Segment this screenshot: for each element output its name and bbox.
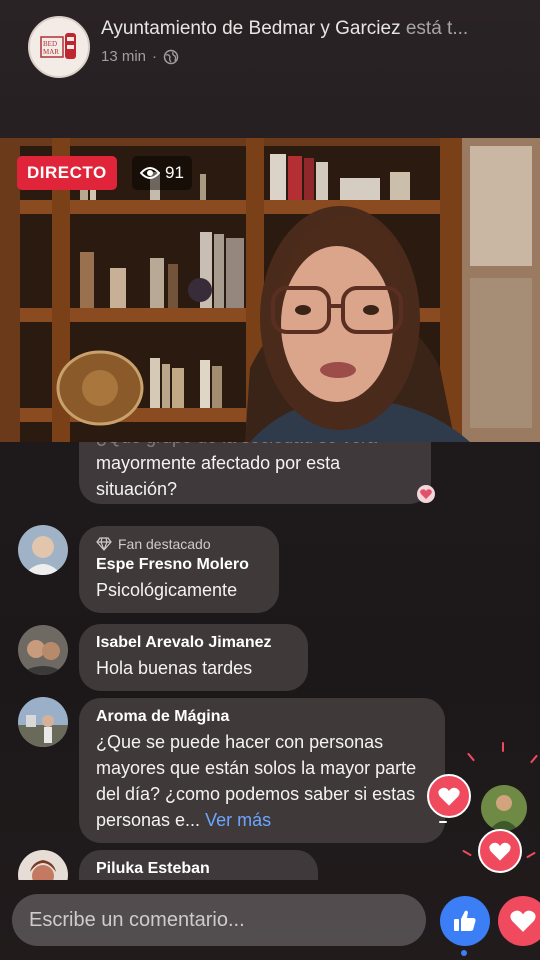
floating-avatar-reaction [481,785,527,831]
comment-bubble[interactable]: Isabel Arevalo Jimanez Hola buenas tarde… [79,624,308,691]
comment-text: Psicológicamente [96,580,238,600]
eye-icon [140,167,160,179]
like-indicator-dot [461,950,467,956]
fan-badge-label: Fan destacado [118,536,211,552]
commenter-name[interactable]: Aroma de Mágina [96,708,428,726]
commenter-name[interactable]: Espe Fresno Molero [96,556,262,574]
page-name[interactable]: Ayuntamiento de Bedmar y Garciez [101,18,401,39]
floating-heart-icon [427,774,471,818]
globe-icon [163,49,179,64]
live-badge: DIRECTO [17,156,117,190]
love-button[interactable] [498,896,540,946]
status-suffix: está t... [405,18,469,39]
comment-bubble[interactable]: Piluka Esteban [79,850,318,880]
comment-text: Hola buenas tardes [96,658,253,678]
svg-text:MAR: MAR [43,48,59,56]
commenter-avatar[interactable] [18,697,68,747]
commenter-name[interactable]: Piluka Esteban [96,860,301,878]
post-meta: 13 min · [101,48,179,65]
town-logo: BED MAR [39,27,79,67]
comment-bubble[interactable]: Fan destacado Espe Fresno Molero Psicoló… [79,526,279,613]
commenter-avatar[interactable] [18,850,68,880]
thumbs-up-icon [454,910,476,931]
comment-bubble[interactable]: Aroma de Mágina ¿Que se puede hacer con … [79,698,445,843]
comment-input[interactable]: Escribe un comentario... [12,894,426,946]
viewer-count: 91 [132,156,192,190]
heart-reaction-icon[interactable] [417,485,435,503]
fan-badge: Fan destacado [96,536,262,552]
diamond-icon [96,537,112,551]
see-more-link[interactable]: Ver más [205,810,271,830]
viewer-count-value: 91 [165,163,184,182]
commenter-name[interactable]: Isabel Arevalo Jimanez [96,634,291,652]
page-title[interactable]: Ayuntamiento de Bedmar y Garciez está t.… [101,18,468,40]
svg-text:BED: BED [43,40,57,48]
comment-text: mayormente afectado por esta situación? [96,453,341,499]
page-avatar[interactable]: BED MAR [28,16,90,78]
live-header: BED MAR Ayuntamiento de Bedmar y Garciez… [0,0,540,110]
commenter-avatar[interactable] [18,525,68,575]
sparkle-decoration [502,742,504,752]
sparkle-decoration [439,821,447,823]
comment-text-cut: ¿Que grupo de la sociedad se verá [96,442,414,450]
comment-bubble[interactable]: ¿Que grupo de la sociedad se verá mayorm… [79,442,431,504]
comment-input-placeholder: Escribe un comentario... [29,909,245,931]
dot-separator: · [152,48,158,65]
time-ago: 13 min [101,48,147,65]
floating-heart-icon [478,829,522,873]
commenter-avatar[interactable] [18,625,68,675]
comment-text-wrap: ¿Que se puede hacer con personas mayores… [96,729,428,833]
heart-icon [510,910,536,932]
like-button[interactable] [440,896,490,946]
